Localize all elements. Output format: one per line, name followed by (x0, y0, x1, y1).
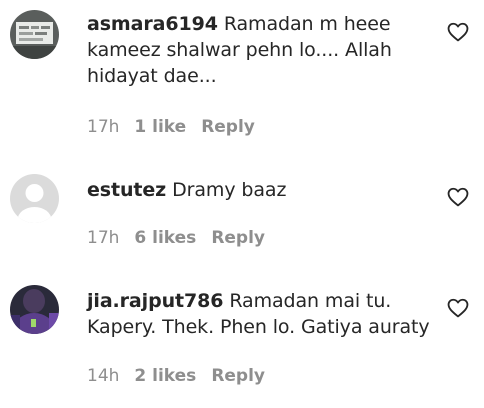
comment-likes[interactable]: 1 like (134, 117, 186, 137)
comment-meta: 17h 1 like Reply (87, 117, 270, 137)
comment-username[interactable]: jia.rajput786 (87, 290, 223, 312)
comment-username[interactable]: estutez (87, 179, 166, 201)
reply-button[interactable]: Reply (211, 366, 265, 386)
comment-username[interactable]: asmara6194 (87, 13, 218, 35)
comment-likes[interactable]: 6 likes (134, 228, 196, 248)
avatar[interactable] (10, 174, 59, 223)
heart-outline-icon[interactable] (447, 187, 469, 207)
comment-timestamp[interactable]: 17h (87, 117, 119, 137)
reply-button[interactable]: Reply (211, 228, 265, 248)
heart-outline-icon[interactable] (447, 22, 469, 42)
comment-text-block: estutez Dramy baaz (87, 177, 432, 203)
comment-text-block: asmara6194 Ramadan m heee kameez shalwar … (87, 11, 432, 89)
reply-button[interactable]: Reply (201, 117, 255, 137)
comment-body: Dramy baaz (172, 179, 287, 201)
comment-meta: 14h 2 likes Reply (87, 366, 280, 386)
comment-timestamp[interactable]: 17h (87, 228, 119, 248)
comment-timestamp[interactable]: 14h (87, 366, 119, 386)
comment-text-block: jia.rajput786 Ramadan mai tu. Kapery. The… (87, 288, 432, 340)
avatar[interactable] (10, 285, 59, 334)
comment-likes[interactable]: 2 likes (134, 366, 196, 386)
comment-meta: 17h 6 likes Reply (87, 228, 280, 248)
heart-outline-icon[interactable] (447, 298, 469, 318)
avatar[interactable] (10, 10, 59, 59)
